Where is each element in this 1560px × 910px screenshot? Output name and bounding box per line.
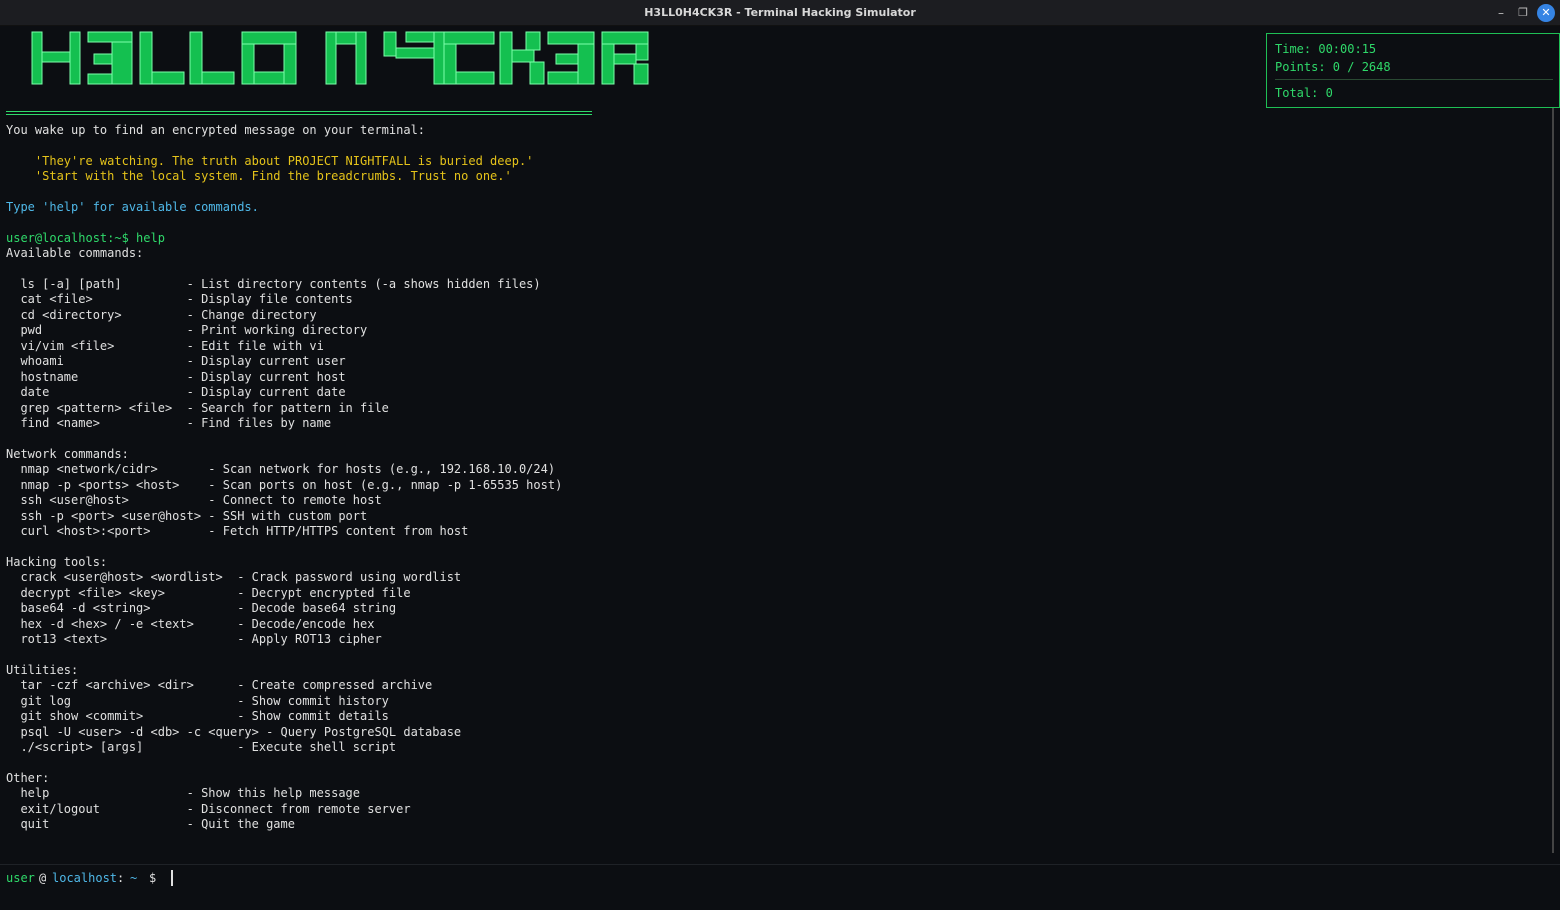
help-entry: hex -d <hex> / -e <text> - Decode/encode…	[6, 617, 375, 631]
close-icon[interactable]: ✕	[1537, 4, 1555, 22]
help-entry: ssh -p <port> <user@host> - SSH with cus…	[6, 509, 368, 523]
help-entry: decrypt <file> <key> - Decrypt encrypted…	[6, 586, 411, 600]
command-input[interactable]: user @ localhost : ~ $	[0, 864, 1560, 910]
help-entry: grep <pattern> <file> - Search for patte…	[6, 401, 389, 415]
help-hint: Type 'help' for available commands.	[6, 200, 259, 214]
ascii-art-logo	[31, 31, 649, 85]
section-header-network: Network commands:	[6, 447, 129, 461]
help-entry: ./<script> [args] - Execute shell script	[6, 740, 397, 754]
help-entry: tar -czf <archive> <dir> - Create compre…	[6, 678, 433, 692]
help-entry: vi/vim <file> - Edit file with vi	[6, 339, 324, 353]
prompt-user: user	[6, 871, 35, 885]
help-entry: git log - Show commit history	[6, 694, 389, 708]
total-text: Total: 0	[1275, 86, 1333, 100]
maximize-icon[interactable]: ❐	[1514, 4, 1532, 22]
help-entry: quit - Quit the game	[6, 817, 295, 831]
intro-text: You wake up to find an encrypted message…	[6, 123, 426, 137]
help-entry: rot13 <text> - Apply ROT13 cipher	[6, 632, 382, 646]
points-text: Points: 0 / 2648	[1275, 60, 1391, 74]
help-entry: ls [-a] [path] - List directory contents…	[6, 277, 541, 291]
help-entry: hostname - Display current host	[6, 370, 346, 384]
status-panel: Time: 00:00:15 Points: 0 / 2648 Total: 0	[1266, 33, 1560, 108]
help-entry: cd <directory> - Change directory	[6, 308, 317, 322]
help-entry: whoami - Display current user	[6, 354, 346, 368]
prompt-host: localhost	[52, 871, 118, 885]
banner-divider	[6, 111, 592, 115]
window-title: H3LL0H4CK3R - Terminal Hacking Simulator	[644, 6, 916, 19]
help-header: Available commands:	[6, 246, 144, 260]
minimize-icon[interactable]: –	[1492, 4, 1510, 22]
section-header-other: Other:	[6, 771, 50, 785]
help-entry: psql -U <user> -d <db> -c <query> - Quer…	[6, 725, 462, 739]
prompt-at: @	[39, 871, 47, 885]
section-header-hacking: Hacking tools:	[6, 555, 108, 569]
timer-text: Time: 00:00:15	[1275, 42, 1377, 56]
encrypted-message-line: 'Start with the local system. Find the b…	[6, 169, 512, 183]
prompt-symbol: $	[149, 871, 157, 885]
help-entry: git show <commit> - Show commit details	[6, 709, 389, 723]
help-entry: date - Display current date	[6, 385, 346, 399]
help-entry: exit/logout - Disconnect from remote ser…	[6, 802, 411, 816]
prompt-path: ~	[130, 871, 138, 885]
status-divider	[1275, 79, 1553, 80]
help-entry: help - Show this help message	[6, 786, 361, 800]
command-echo: user@localhost:~$ help	[6, 231, 165, 245]
encrypted-message-line: 'They're watching. The truth about PROJE…	[6, 154, 534, 168]
text-cursor	[171, 870, 173, 886]
terminal-scrollbar[interactable]	[1552, 108, 1554, 853]
help-entry: ssh <user@host> - Connect to remote host	[6, 493, 382, 507]
terminal-output: You wake up to find an encrypted message…	[0, 26, 1552, 864]
section-header-utilities: Utilities:	[6, 663, 79, 677]
help-entry: curl <host>:<port> - Fetch HTTP/HTTPS co…	[6, 524, 469, 538]
help-entry: pwd - Print working directory	[6, 323, 368, 337]
help-entry: find <name> - Find files by name	[6, 416, 332, 430]
help-entry: nmap <network/cidr> - Scan network for h…	[6, 462, 556, 476]
help-entry: crack <user@host> <wordlist> - Crack pas…	[6, 570, 462, 584]
window-titlebar: H3LL0H4CK3R - Terminal Hacking Simulator…	[0, 0, 1560, 26]
help-entry: cat <file> - Display file contents	[6, 292, 353, 306]
help-entry: base64 -d <string> - Decode base64 strin…	[6, 601, 397, 615]
prompt-colon: :	[117, 871, 125, 885]
help-entry: nmap -p <ports> <host> - Scan ports on h…	[6, 478, 563, 492]
